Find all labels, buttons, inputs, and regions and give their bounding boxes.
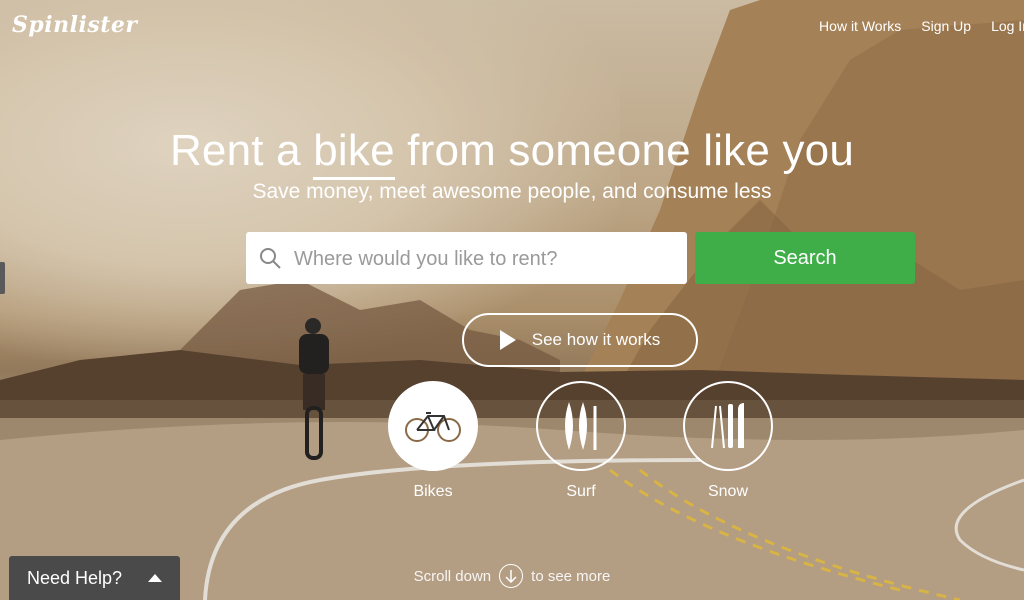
- ski-icon: [711, 403, 744, 449]
- scroll-hint-post: to see more: [531, 567, 611, 585]
- scroll-hint-pre: Scroll down: [413, 567, 492, 585]
- nav-how-it-works[interactable]: How it Works: [819, 18, 901, 34]
- category-snow-label[interactable]: Snow: [683, 483, 773, 501]
- search-box: [246, 232, 687, 286]
- bike-icon: [405, 412, 461, 442]
- see-how-it-works-label: See how it works: [531, 330, 661, 349]
- hero-title: Rent a bike from someone like you: [0, 126, 1024, 180]
- shade-overlay: [0, 0, 1024, 600]
- hero-title-pre: Rent a: [169, 126, 314, 175]
- top-nav: How it Works Sign Up Log In: [819, 18, 1024, 34]
- category-snow[interactable]: Snow: [683, 381, 773, 501]
- see-how-it-works-button[interactable]: See how it works: [462, 313, 698, 367]
- background-photo: [0, 0, 1024, 600]
- category-bikes[interactable]: Bikes: [388, 381, 478, 501]
- hero-title-highlight[interactable]: bike: [313, 126, 395, 180]
- chevron-up-icon: [148, 574, 162, 582]
- play-icon: [499, 330, 516, 350]
- category-surf-label[interactable]: Surf: [536, 483, 626, 501]
- search-icon: [260, 248, 281, 269]
- category-bikes-label[interactable]: Bikes: [388, 483, 478, 501]
- hero-subtitle: Save money, meet awesome people, and con…: [252, 180, 772, 203]
- category-surf-circle[interactable]: [536, 381, 626, 471]
- need-help-label: Need Help?: [27, 567, 123, 588]
- hero-title-post: from someone like you: [394, 126, 855, 175]
- search-button[interactable]: Search: [695, 232, 915, 284]
- category-bikes-circle[interactable]: [388, 381, 478, 471]
- logo[interactable]: Spinlister: [12, 12, 137, 38]
- category-snow-circle[interactable]: [683, 381, 773, 471]
- search-bar: Search: [246, 232, 915, 286]
- nav-log-in[interactable]: Log In: [991, 18, 1024, 34]
- need-help-button[interactable]: Need Help?: [9, 556, 180, 600]
- surfboard-icon: [565, 402, 597, 450]
- side-tab[interactable]: [0, 262, 5, 294]
- nav-sign-up[interactable]: Sign Up: [921, 18, 971, 34]
- arrow-down-icon[interactable]: [499, 564, 524, 588]
- category-surf[interactable]: Surf: [536, 381, 626, 501]
- search-input[interactable]: [292, 232, 680, 286]
